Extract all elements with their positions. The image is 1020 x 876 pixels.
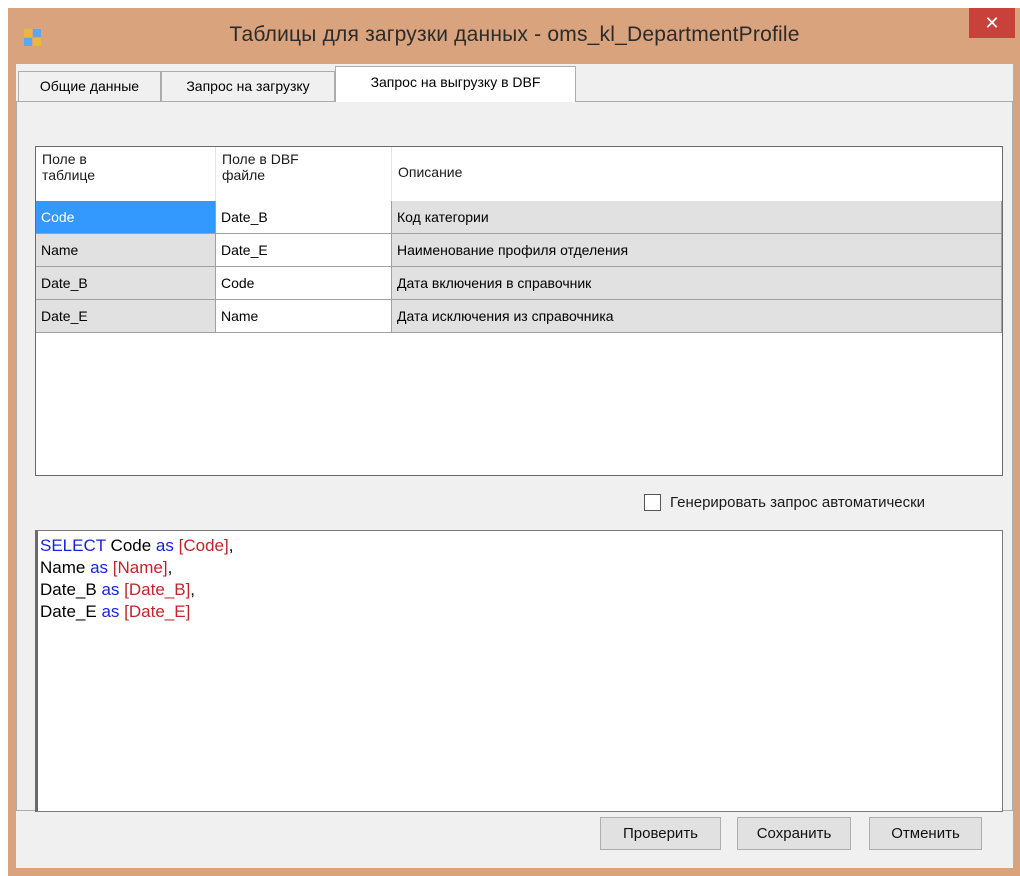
tab-dbf-export-query[interactable]: Запрос на выгрузку в DBF	[335, 66, 576, 102]
window-title: Таблицы для загрузки данных - oms_kl_Dep…	[229, 23, 800, 46]
sql-text: ,	[167, 558, 173, 577]
sql-text: Name	[40, 558, 91, 577]
close-button[interactable]: ✕	[969, 8, 1015, 38]
header-description[interactable]: Описание	[392, 147, 1002, 201]
cell-description[interactable]: Дата включения в справочник	[392, 267, 1002, 300]
table-row[interactable]: Date_E Name Дата исключения из справочни…	[36, 300, 1002, 333]
header-table-field[interactable]: Поле в таблице	[36, 147, 216, 201]
cell-dbf-field[interactable]: Date_E	[216, 234, 392, 267]
sql-alias: [Date_B]	[124, 580, 191, 599]
sql-alias: [Date_E]	[124, 602, 191, 621]
tab-load-query[interactable]: Запрос на загрузку	[161, 71, 335, 101]
sql-line: Name as [Name],	[40, 557, 1000, 579]
sql-text: Code	[105, 536, 156, 555]
cell-table-field[interactable]: Date_E	[36, 300, 216, 333]
cell-description[interactable]: Дата исключения из справочника	[392, 300, 1002, 333]
sql-keyword: as	[155, 536, 174, 555]
cell-description[interactable]: Наименование профиля отделения	[392, 234, 1002, 267]
table-row[interactable]: Code Date_B Код категории	[36, 201, 1002, 234]
cell-description[interactable]: Код категории	[392, 201, 1002, 234]
sql-line: Date_B as [Date_B],	[40, 579, 1000, 601]
cell-table-field[interactable]: Date_B	[36, 267, 216, 300]
auto-generate-label[interactable]: Генерировать запрос автоматически	[670, 494, 925, 511]
sql-text: ,	[228, 536, 234, 555]
tab-page: Поле в таблице Поле в DBF файле Описание…	[16, 101, 1013, 812]
cell-dbf-field[interactable]: Name	[216, 300, 392, 333]
save-button[interactable]: Сохранить	[737, 817, 851, 850]
sql-line: Date_E as [Date_E]	[40, 601, 1000, 623]
cell-dbf-field[interactable]: Date_B	[216, 201, 392, 234]
sql-text: Date_B	[40, 580, 102, 599]
tab-general[interactable]: Общие данные	[18, 71, 161, 101]
sql-text: ,	[190, 580, 196, 599]
title-bar[interactable]: Таблицы для загрузки данных - oms_kl_Dep…	[8, 8, 1020, 64]
sql-keyword: as	[101, 580, 120, 599]
sql-query-editor[interactable]: SELECT Code as [Code], Name as [Name], Dat…	[35, 530, 1003, 812]
tab-bar: Общие данные Запрос на загрузку Запрос н…	[16, 64, 1013, 104]
cell-table-field[interactable]: Code	[36, 201, 216, 234]
sql-alias: [Name]	[112, 558, 168, 577]
sql-keyword: SELECT	[40, 536, 106, 555]
sql-keyword: as	[90, 558, 109, 577]
auto-generate-toggle[interactable]: Генерировать запрос автоматически	[644, 492, 925, 512]
fields-grid[interactable]: Поле в таблице Поле в DBF файле Описание…	[35, 146, 1003, 476]
sql-keyword: as	[101, 602, 120, 621]
sql-alias: [Code]	[178, 536, 229, 555]
sql-text: Date_E	[40, 602, 102, 621]
auto-generate-checkbox[interactable]	[644, 493, 661, 511]
grid-header: Поле в таблице Поле в DBF файле Описание	[36, 147, 1002, 201]
table-row[interactable]: Name Date_E Наименование профиля отделен…	[36, 234, 1002, 267]
cell-dbf-field[interactable]: Code	[216, 267, 392, 300]
dialog-window: Таблицы для загрузки данных - oms_kl_Dep…	[8, 8, 1020, 876]
table-row[interactable]: Date_B Code Дата включения в справочник	[36, 267, 1002, 300]
check-button[interactable]: Проверить	[600, 817, 721, 850]
sql-line: SELECT Code as [Code],	[40, 535, 1000, 557]
close-icon: ✕	[984, 13, 1000, 33]
cell-table-field[interactable]: Name	[36, 234, 216, 267]
header-dbf-field[interactable]: Поле в DBF файле	[216, 147, 392, 201]
dialog-client-area: Общие данные Запрос на загрузку Запрос н…	[16, 64, 1013, 868]
cancel-button[interactable]: Отменить	[869, 817, 982, 850]
